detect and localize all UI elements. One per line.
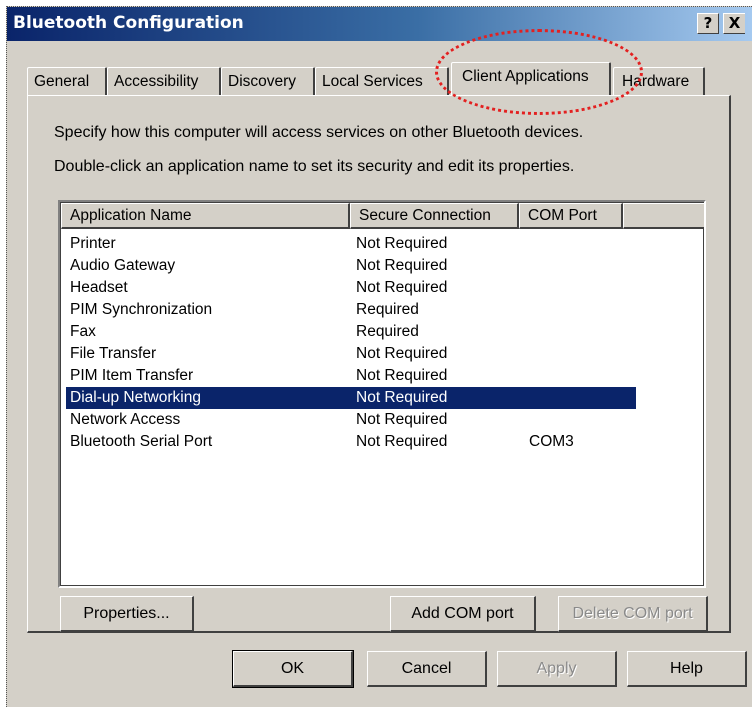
secure-connection: Not Required (356, 345, 448, 362)
help-button[interactable]: Help (627, 651, 747, 687)
dialog-window: Bluetooth Configuration ? X General Acce… (6, 6, 752, 707)
application-name: Headset (70, 279, 128, 296)
window-title: Bluetooth Configuration (13, 13, 244, 33)
title-bar: Bluetooth Configuration ? X (7, 7, 752, 41)
secure-connection: Not Required (356, 389, 448, 406)
application-name: Dial-up Networking (70, 389, 201, 406)
list-item[interactable]: PIM Item Transfer Not Required (66, 365, 636, 387)
secure-connection: Not Required (356, 279, 448, 296)
add-com-port-button[interactable]: Add COM port (390, 596, 536, 632)
application-name: Audio Gateway (70, 257, 176, 274)
secure-connection: Required (356, 323, 419, 340)
tab-hardware[interactable]: Hardware (613, 67, 705, 95)
list-item[interactable]: Audio Gateway Not Required (66, 255, 636, 277)
delete-com-port-button[interactable]: Delete COM port (558, 596, 708, 632)
list-item-selected[interactable]: Dial-up Networking Not Required (66, 387, 636, 409)
list-item[interactable]: Headset Not Required (66, 277, 636, 299)
tab-accessibility[interactable]: Accessibility (107, 67, 221, 95)
column-header-secure-connection[interactable]: Secure Connection (350, 203, 519, 229)
secure-connection: Not Required (356, 257, 448, 274)
properties-button[interactable]: Properties... (60, 596, 194, 632)
apply-button[interactable]: Apply (497, 651, 617, 687)
application-name: PIM Item Transfer (70, 367, 194, 384)
com-port: COM3 (529, 433, 574, 450)
close-icon[interactable]: X (723, 13, 745, 34)
cancel-button[interactable]: Cancel (367, 651, 487, 687)
application-name: Network Access (70, 411, 181, 428)
application-name: Bluetooth Serial Port (70, 433, 213, 450)
help-icon[interactable]: ? (697, 13, 719, 34)
application-name: Fax (70, 323, 96, 340)
tab-general[interactable]: General (27, 67, 107, 95)
secure-connection: Not Required (356, 367, 448, 384)
list-item[interactable]: Printer Not Required (66, 233, 636, 255)
list-item[interactable]: Network Access Not Required (66, 409, 636, 431)
applications-list[interactable]: Application Name Secure Connection COM P… (58, 200, 706, 588)
tab-client-applications[interactable]: Client Applications (451, 62, 611, 95)
list-item[interactable]: PIM Synchronization Required (66, 299, 636, 321)
description-line-1: Specify how this computer will access se… (54, 124, 584, 141)
secure-connection: Not Required (356, 411, 448, 428)
secure-connection: Not Required (356, 235, 448, 252)
ok-button[interactable]: OK (232, 650, 354, 688)
column-header-empty (623, 203, 704, 229)
application-name: File Transfer (70, 345, 157, 362)
client-applications-panel: Specify how this computer will access se… (27, 95, 731, 633)
secure-connection: Not Required (356, 433, 448, 450)
description-line-2: Double-click an application name to set … (54, 158, 575, 175)
list-item[interactable]: Bluetooth Serial Port Not Required COM3 (66, 431, 636, 453)
secure-connection: Required (356, 301, 419, 318)
list-item[interactable]: Fax Required (66, 321, 636, 343)
tab-local-services[interactable]: Local Services (315, 67, 449, 95)
application-name: Printer (70, 235, 116, 252)
application-name: PIM Synchronization (70, 301, 213, 318)
column-header-application-name[interactable]: Application Name (61, 203, 350, 229)
tab-discovery[interactable]: Discovery (221, 67, 315, 95)
list-item[interactable]: File Transfer Not Required (66, 343, 636, 365)
column-header-com-port[interactable]: COM Port (519, 203, 623, 229)
